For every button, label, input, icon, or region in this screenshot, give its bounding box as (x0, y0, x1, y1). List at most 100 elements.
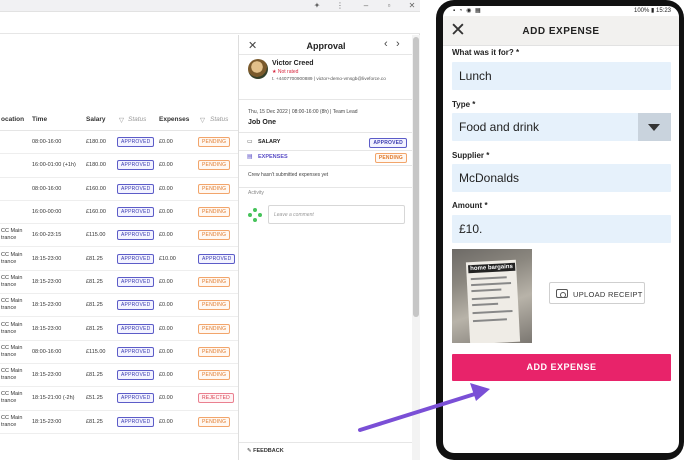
purpose-input[interactable]: Lunch (452, 62, 671, 90)
cell-expenses-status: PENDING (198, 416, 231, 427)
cell-salary: £81.25 (86, 278, 103, 285)
grid-header: ocation Time Salary ▽ Status Expenses ▽ … (0, 109, 238, 131)
status-badge: PENDING (198, 183, 231, 194)
cell-salary: £160.00 (86, 185, 106, 192)
status-badge: PENDING (198, 323, 231, 334)
cell-salary: £115.00 (86, 232, 106, 239)
loading-icon (248, 208, 262, 222)
amount-input[interactable]: £10. (452, 215, 671, 243)
col-location[interactable]: ocation (1, 116, 24, 123)
cell-location: CC Main trance (1, 321, 23, 335)
divider (239, 150, 413, 151)
cell-expenses: £0.00 (159, 162, 173, 169)
salary-label: SALARY (258, 139, 281, 145)
status-badge: PENDING (198, 207, 231, 218)
cell-expenses: £0.00 (159, 395, 173, 402)
scrollbar[interactable] (412, 35, 420, 460)
status-badge: PENDING (198, 160, 231, 171)
feedback-section[interactable]: ✎ FEEDBACK (247, 448, 284, 454)
cell-salary: £81.25 (86, 372, 103, 379)
cell-expenses: £0.00 (159, 418, 173, 425)
type-value: Food and drink (459, 120, 540, 134)
cell-expenses-status: PENDING (198, 346, 231, 357)
cell-expenses: £0.00 (159, 302, 173, 309)
status-badge: APPROVED (117, 160, 155, 171)
feedback-icon: ✎ (247, 448, 252, 454)
cell-time: 16:00-00:00 (32, 209, 62, 216)
cell-time: 18:15-23:00 (32, 255, 62, 262)
col-expenses-status[interactable]: Status (210, 116, 228, 123)
add-expense-button[interactable]: ADD EXPENSE (452, 354, 671, 381)
status-badge: PENDING (198, 346, 231, 357)
status-badge: APPROVED (117, 230, 155, 241)
cell-salary-status: APPROVED (117, 207, 155, 218)
col-salary-status[interactable]: Status (128, 116, 146, 123)
extensions-icon[interactable]: ✦ (311, 0, 323, 12)
receipt-logo: home bargains (468, 262, 516, 274)
status-badge: PENDING (198, 230, 231, 241)
phone-screen: ▪ ◔ ◉ ▦ 100% ▮ 15:23 ✕ ADD EXPENSE What … (443, 6, 679, 453)
divider (239, 165, 413, 166)
window-close-icon[interactable]: ✕ (406, 0, 418, 12)
upload-receipt-label: UPLOAD RECEIPT (573, 290, 643, 299)
supplier-input[interactable]: McDonalds (452, 164, 671, 192)
cell-time: 16:00-23:15 (32, 232, 62, 239)
battery-clock: 100% ▮ 15:23 (634, 8, 671, 14)
amount-label: Amount * (452, 201, 488, 210)
approval-panel: ✕ Approval ‹ › Victor Creed ★ Not rated … (238, 35, 413, 460)
cell-salary-status: APPROVED (117, 323, 155, 334)
status-badge: PENDING (198, 300, 231, 311)
cell-time: 08:00-16:00 (32, 185, 62, 192)
notification-icons: ▪ ◔ ◉ ▦ (453, 8, 482, 14)
crew-name[interactable]: Victor Creed (272, 60, 314, 67)
filter-icon[interactable]: ▽ (200, 116, 205, 124)
status-badge: APPROVED (117, 276, 155, 287)
cell-expenses: £0.00 (159, 325, 173, 332)
status-bar: ▪ ◔ ◉ ▦ 100% ▮ 15:23 (443, 6, 679, 15)
scrollbar-thumb[interactable] (413, 37, 419, 317)
expenses-section[interactable]: ▤ EXPENSES PENDING (247, 152, 407, 164)
status-badge: REJECTED (198, 393, 234, 404)
cell-time: 16:00-01:00 (+1h) (32, 162, 76, 169)
col-expenses[interactable]: Expenses (159, 116, 189, 123)
maximize-icon[interactable]: ▫ (383, 0, 395, 12)
status-badge: PENDING (198, 276, 231, 287)
receipt-icon: ▤ (247, 154, 253, 160)
cell-expenses: £10.00 (159, 255, 176, 262)
status-badge: APPROVED (117, 137, 155, 148)
salary-status-badge: APPROVED (369, 138, 407, 148)
status-badge: APPROVED (117, 393, 155, 404)
cell-location: CC Main trance (1, 414, 23, 428)
more-options-icon[interactable]: ⋮ (334, 0, 346, 12)
cell-time: 18:15-21:00 (-2h) (32, 395, 75, 402)
cell-location: CC Main trance (1, 228, 23, 242)
cell-expenses: £0.00 (159, 139, 173, 146)
toolbar-strip (0, 12, 420, 34)
status-badge: APPROVED (117, 253, 155, 264)
upload-receipt-button[interactable]: UPLOAD RECEIPT (549, 282, 645, 304)
col-time[interactable]: Time (32, 116, 47, 123)
col-salary[interactable]: Salary (86, 116, 106, 123)
cell-expenses-status: REJECTED (198, 393, 234, 404)
comment-input[interactable]: Leave a comment (268, 205, 405, 224)
cell-expenses-status: PENDING (198, 230, 231, 241)
shift-details: Thu, 15 Dec 2022 | 08:00-16:00 (8h) | Te… (248, 109, 358, 115)
chevron-left-icon[interactable]: ‹ (384, 38, 388, 50)
status-badge: PENDING (198, 416, 231, 427)
filter-icon[interactable]: ▽ (119, 116, 124, 124)
chevron-right-icon[interactable]: › (396, 38, 400, 50)
receipt-photo[interactable]: home bargains (452, 249, 532, 343)
divider (239, 54, 413, 55)
salary-section[interactable]: ▭ SALARY APPROVED (247, 137, 407, 149)
dropdown-button[interactable] (638, 113, 671, 141)
window-titlebar: ✦ ⋮ – ▫ ✕ (0, 0, 420, 12)
type-label: Type * (452, 100, 476, 109)
cell-location: CC Main trance (1, 298, 23, 312)
minimize-icon[interactable]: – (360, 0, 372, 12)
cell-salary-status: APPROVED (117, 183, 155, 194)
cell-salary-status: APPROVED (117, 346, 155, 357)
cell-salary: £81.25 (86, 302, 103, 309)
type-select[interactable]: Food and drink (452, 113, 671, 141)
divider (239, 187, 413, 188)
cell-time: 18:15-23:00 (32, 278, 62, 285)
